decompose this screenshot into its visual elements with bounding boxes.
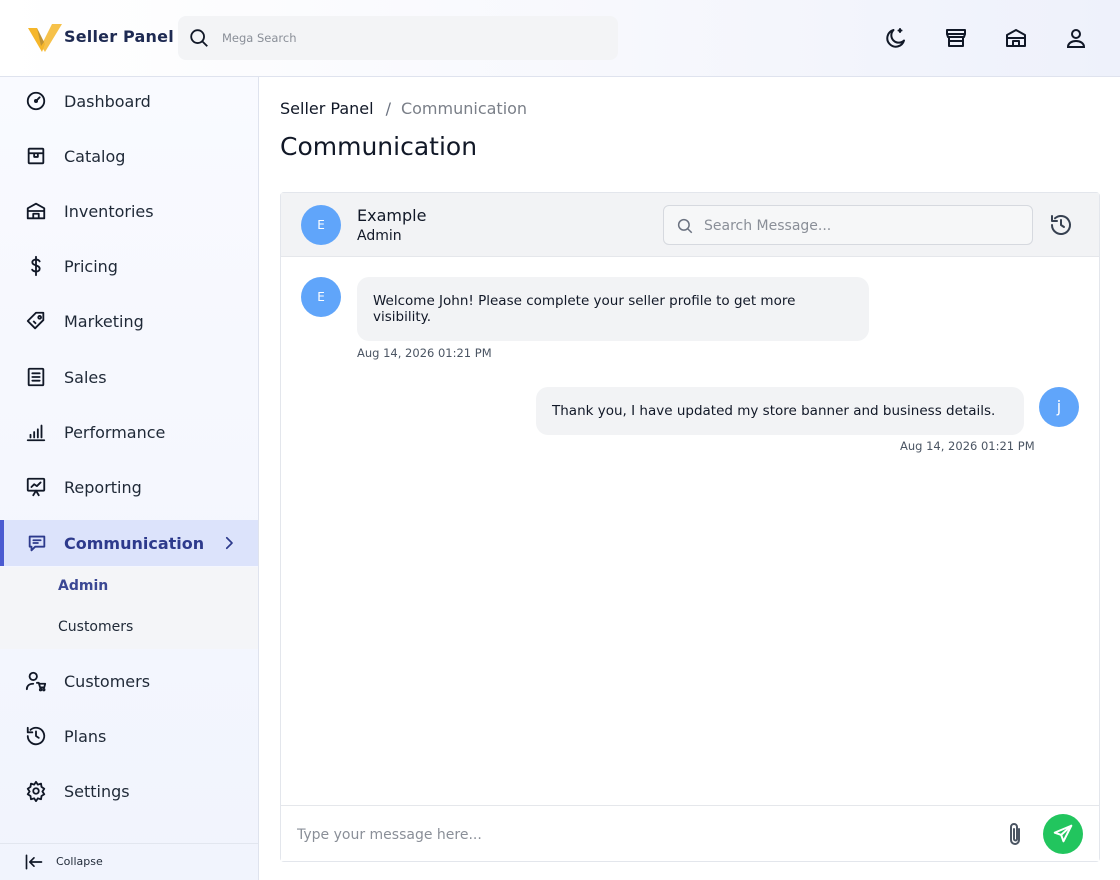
history-icon xyxy=(26,726,46,746)
sidebar-item-label: Plans xyxy=(64,727,107,746)
moon-icon[interactable] xyxy=(884,26,908,50)
paperclip-icon[interactable] xyxy=(1003,820,1027,848)
chat-panel: E Example Admin E Welcome John! Please c… xyxy=(280,192,1100,862)
contact-name: Example xyxy=(357,206,427,225)
sidebar-item-communication[interactable]: Communication xyxy=(0,520,258,566)
chat-icon xyxy=(28,535,46,552)
chevron-right-icon xyxy=(225,536,233,550)
customers-cart-icon xyxy=(25,671,47,692)
top-bar: Seller Panel xyxy=(0,0,1120,77)
history-icon[interactable] xyxy=(1049,213,1073,237)
breadcrumb-current: Communication xyxy=(400,99,528,118)
message-bubble: Thank you, I have updated my store banne… xyxy=(536,387,1024,435)
sidebar-item-marketing[interactable]: Marketing xyxy=(0,298,258,344)
breadcrumb: Seller Panel / Communication xyxy=(280,99,527,118)
sidebar-item-inventories[interactable]: Inventories xyxy=(0,188,258,234)
warehouse-icon[interactable] xyxy=(1004,26,1028,50)
collapse-button[interactable]: Collapse xyxy=(0,843,258,880)
breadcrumb-root[interactable]: Seller Panel xyxy=(280,99,374,118)
sidebar: Dashboard Catalog Inventories Pricing Ma… xyxy=(0,77,259,880)
dollar-icon xyxy=(31,255,41,277)
contact-avatar: E xyxy=(301,205,341,245)
message-input[interactable] xyxy=(297,824,987,846)
message-search[interactable] xyxy=(663,205,1033,245)
sidebar-item-label: Marketing xyxy=(64,312,144,331)
message-timestamp: Aug 14, 2026 01:21 PM xyxy=(900,439,1035,453)
sidebar-item-label: Sales xyxy=(64,368,107,387)
inventories-icon xyxy=(26,202,46,220)
search-icon xyxy=(677,218,693,234)
collapse-arrow-icon xyxy=(25,854,43,870)
message-bubble: Welcome John! Please complete your selle… xyxy=(357,277,869,341)
brand-logo-icon[interactable] xyxy=(28,22,62,54)
sidebar-item-label: Inventories xyxy=(64,202,154,221)
sidebar-item-label: Performance xyxy=(64,423,166,442)
search-icon xyxy=(190,29,208,47)
mega-search[interactable] xyxy=(178,16,618,60)
sidebar-item-label: Pricing xyxy=(64,257,118,276)
breadcrumb-separator: / xyxy=(385,99,391,118)
mega-search-input[interactable] xyxy=(222,28,602,48)
page-title: Communication xyxy=(280,132,478,161)
sidebar-item-pricing[interactable]: Pricing xyxy=(0,243,258,289)
sidebar-item-label: Catalog xyxy=(64,147,126,166)
presentation-icon xyxy=(26,477,46,497)
sidebar-item-customers[interactable]: Customers xyxy=(0,658,258,704)
sidebar-item-plans[interactable]: Plans xyxy=(0,713,258,759)
message-search-input[interactable] xyxy=(704,216,1014,236)
brand-name[interactable]: Seller Panel xyxy=(64,27,174,46)
sidebar-item-label: Settings xyxy=(64,782,130,801)
sidebar-item-settings[interactable]: Settings xyxy=(0,768,258,814)
submenu-item-customers[interactable]: Customers xyxy=(58,619,133,635)
collapse-label: Collapse xyxy=(56,855,103,868)
user-avatar: j xyxy=(1039,387,1079,427)
gear-icon xyxy=(26,780,46,802)
message-timestamp: Aug 14, 2026 01:21 PM xyxy=(357,346,492,360)
send-button[interactable] xyxy=(1043,814,1083,854)
bar-chart-icon xyxy=(26,424,46,442)
chat-header: E Example Admin xyxy=(281,193,1099,257)
tag-icon xyxy=(26,311,45,330)
sidebar-item-label: Dashboard xyxy=(64,92,151,111)
sidebar-item-sales[interactable]: Sales xyxy=(0,354,258,400)
sidebar-item-dashboard[interactable]: Dashboard xyxy=(0,78,258,124)
catalog-icon xyxy=(27,147,45,165)
communication-submenu: Admin Customers xyxy=(0,567,258,649)
dashboard-icon xyxy=(26,91,46,111)
submenu-item-admin[interactable]: Admin xyxy=(58,578,108,594)
sidebar-item-performance[interactable]: Performance xyxy=(0,409,258,455)
contact-role: Admin xyxy=(357,228,402,244)
sender-avatar: E xyxy=(301,277,341,317)
sidebar-item-label: Reporting xyxy=(64,478,142,497)
sidebar-item-reporting[interactable]: Reporting xyxy=(0,464,258,510)
send-icon xyxy=(1053,824,1073,843)
sidebar-item-label: Communication xyxy=(64,534,205,553)
sidebar-item-label: Customers xyxy=(64,672,151,691)
store-icon[interactable] xyxy=(944,26,968,50)
sidebar-item-catalog[interactable]: Catalog xyxy=(0,133,258,179)
sales-list-icon xyxy=(27,367,45,387)
message-composer xyxy=(281,805,1099,861)
user-icon[interactable] xyxy=(1064,26,1088,50)
